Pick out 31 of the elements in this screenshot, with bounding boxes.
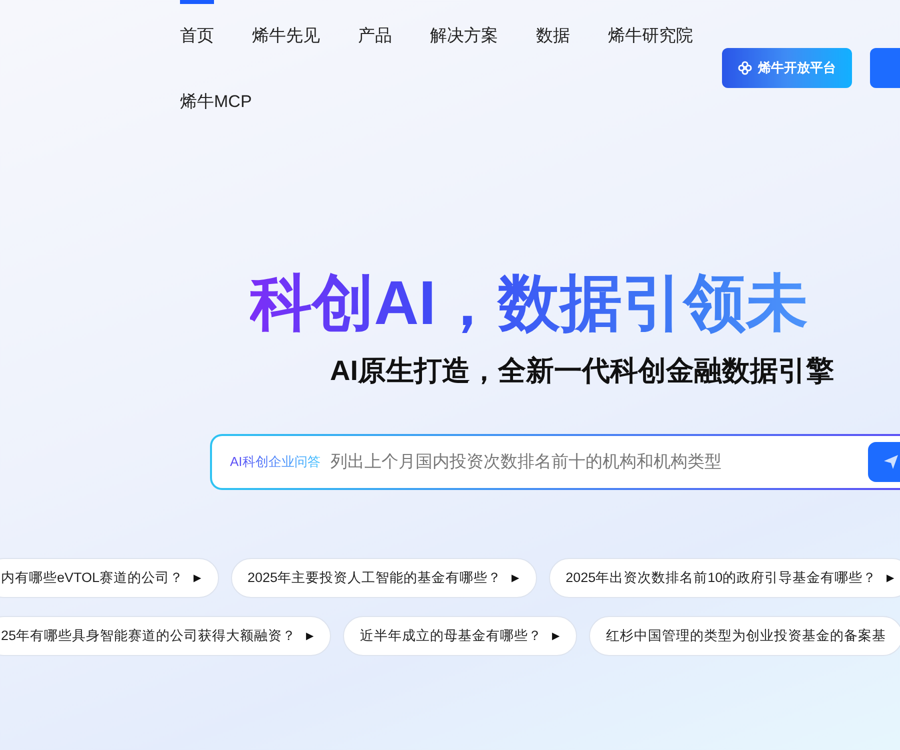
play-icon: ▶	[194, 572, 202, 584]
nav-link[interactable]: 产品	[358, 0, 392, 58]
suggestion-chip[interactable]: 内有哪些eVTOL赛道的公司？ ▶	[0, 558, 219, 598]
suggestion-chip[interactable]: 2025年出资次数排名前10的政府引导基金有哪些？ ▶	[548, 558, 900, 598]
suggestion-text: 内有哪些eVTOL赛道的公司？	[1, 569, 184, 587]
play-icon: ▶	[552, 630, 560, 642]
suggestion-chip[interactable]: 2025年主要投资人工智能的基金有哪些？ ▶	[230, 558, 537, 598]
send-icon	[882, 453, 900, 471]
suggestion-chip[interactable]: 近半年成立的母基金有哪些？ ▶	[343, 616, 578, 656]
suggestion-text: 25年有哪些具身智能赛道的公司获得大额融资？	[1, 627, 296, 645]
suggestion-chip[interactable]: 25年有哪些具身智能赛道的公司获得大额融资？ ▶	[0, 616, 332, 656]
suggestion-text: 2025年出资次数排名前10的政府引导基金有哪些？	[566, 569, 877, 587]
play-icon: ▶	[886, 572, 895, 584]
play-icon: ▶	[306, 630, 314, 642]
play-icon: ▶	[512, 572, 520, 584]
search-input[interactable]: 列出上个月国内投资次数排名前十的机构和机构类型	[328, 451, 864, 473]
send-button[interactable]	[868, 442, 900, 482]
suggestion-text: 红杉中国管理的类型为创业投资基金的备案基	[606, 627, 886, 645]
nav-link[interactable]: 烯牛先见	[252, 0, 320, 58]
nav-link[interactable]: 解决方案	[430, 0, 498, 58]
nav-link[interactable]: 首页	[180, 0, 214, 58]
mode-label[interactable]: AI科创企业问答	[230, 453, 320, 471]
nav-link[interactable]: 烯牛研究院	[608, 0, 693, 58]
hero-subtitle: AI原生打造，全新一代科创金融数据引擎	[330, 354, 835, 388]
nav-link[interactable]: 烯牛MCP	[180, 58, 252, 124]
flower-icon	[738, 61, 752, 75]
suggestion-text: 2025年主要投资人工智能的基金有哪些？	[248, 569, 502, 587]
nav-link[interactable]: 数据	[536, 0, 570, 58]
search-bar[interactable]: AI科创企业问答 列出上个月国内投资次数排名前十的机构和机构类型	[210, 434, 900, 490]
suggestion-chip[interactable]: 红杉中国管理的类型为创业投资基金的备案基	[589, 616, 900, 656]
suggestion-text: 近半年成立的母基金有哪些？	[360, 627, 542, 645]
